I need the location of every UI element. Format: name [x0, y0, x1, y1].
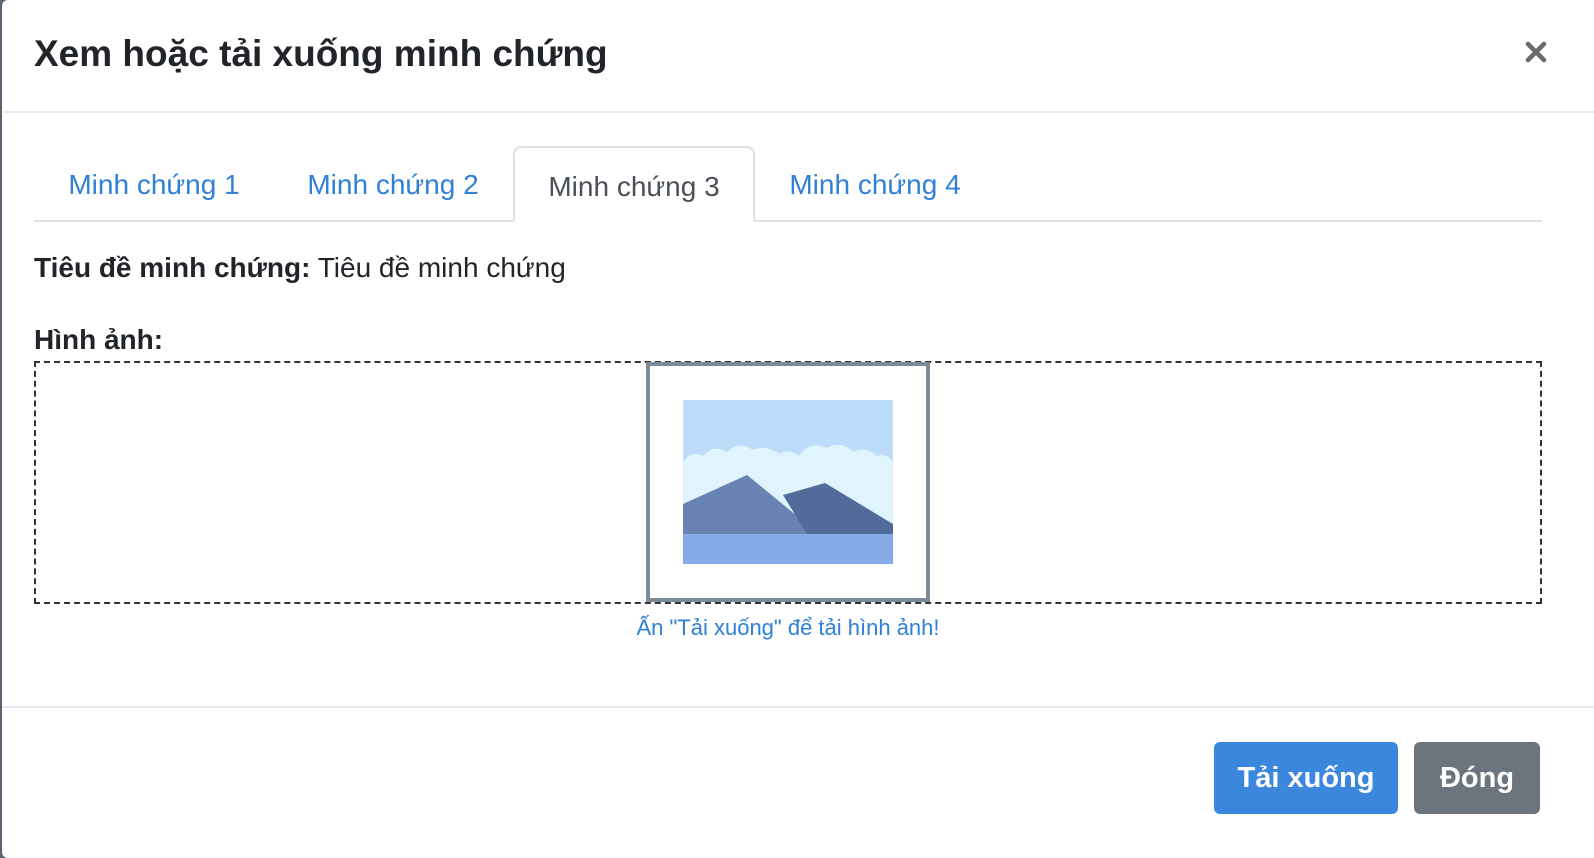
image-placeholder-icon [683, 400, 893, 564]
evidence-title-line: Tiêu đề minh chứng: Tiêu đề minh chứng [34, 248, 566, 288]
evidence-modal: Xem hoặc tải xuống minh chứng Minh chứng… [2, 0, 1594, 858]
download-button[interactable]: Tải xuống [1214, 742, 1398, 814]
tab-evidence-2[interactable]: Minh chứng 2 [274, 146, 512, 222]
image-label: Hình ảnh: [34, 324, 164, 355]
tab-evidence-1[interactable]: Minh chứng 1 [34, 146, 274, 222]
modal-header: Xem hoặc tải xuống minh chứng [2, 0, 1594, 113]
evidence-tabs: Minh chứng 1 Minh chứng 2 Minh chứng 3 M… [34, 146, 1542, 222]
download-hint: Ấn "Tải xuống" để tải hình ảnh! [636, 615, 940, 640]
close-icon [1525, 41, 1547, 63]
close-modal-button[interactable]: Đóng [1414, 742, 1540, 814]
evidence-title-label: Tiêu đề minh chứng: [34, 252, 311, 283]
evidence-image-thumbnail[interactable] [646, 362, 930, 602]
modal-footer: Tải xuống Đóng [2, 706, 1594, 858]
close-button[interactable] [1514, 30, 1558, 74]
evidence-title-value: Tiêu đề minh chứng [317, 252, 566, 283]
tab-evidence-4[interactable]: Minh chứng 4 [755, 146, 995, 222]
tab-evidence-3[interactable]: Minh chứng 3 [513, 146, 755, 222]
modal-title: Xem hoặc tải xuống minh chứng [34, 33, 608, 74]
